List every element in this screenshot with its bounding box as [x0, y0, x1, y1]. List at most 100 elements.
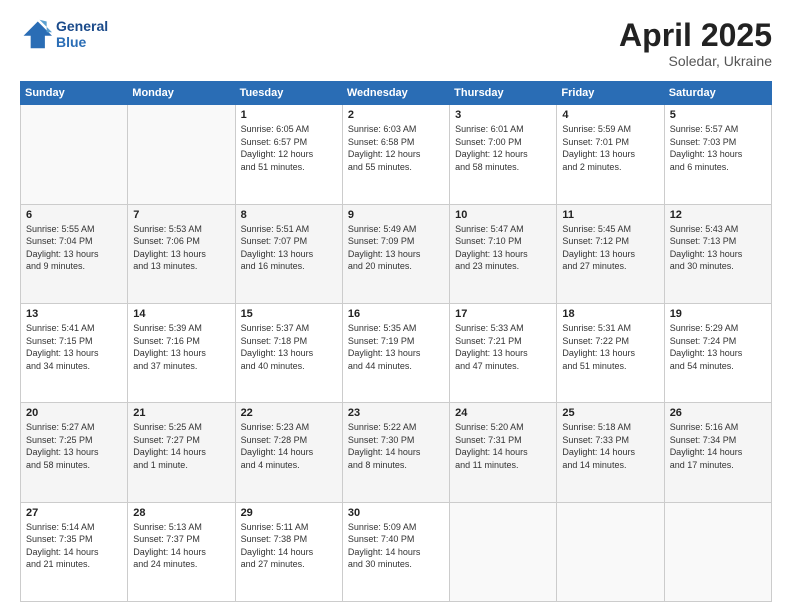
day-number: 24 [455, 407, 551, 419]
day-cell: 22 Sunrise: 5:23 AM Sunset: 7:28 PM Dayli… [235, 403, 342, 502]
day-cell: 28 Sunrise: 5:13 AM Sunset: 7:37 PM Dayli… [128, 502, 235, 601]
day-cell [21, 105, 128, 204]
calendar-table: Sunday Monday Tuesday Wednesday Thursday… [20, 81, 772, 602]
day-info: Sunrise: 5:16 AM Sunset: 7:34 PM Dayligh… [670, 421, 766, 471]
day-info: Sunrise: 5:55 AM Sunset: 7:04 PM Dayligh… [26, 223, 122, 273]
day-cell: 25Sunrise: 5:18 AM Sunset: 7:33 PM Dayli… [557, 403, 664, 502]
day-cell: 1 Sunrise: 6:05 AM Sunset: 6:57 PM Daylig… [235, 105, 342, 204]
day-info: Sunrise: 5:09 AM Sunset: 7:40 PM Dayligh… [348, 521, 444, 571]
header: General Blue April 2025 Soledar, Ukraine [20, 18, 772, 69]
col-sunday: Sunday [21, 82, 128, 105]
day-cell [128, 105, 235, 204]
day-cell: 20 Sunrise: 5:27 AM Sunset: 7:25 PM Dayli… [21, 403, 128, 502]
day-cell [557, 502, 664, 601]
day-info: Sunrise: 5:33 AM Sunset: 7:21 PM Dayligh… [455, 322, 551, 372]
week-row-3: 20 Sunrise: 5:27 AM Sunset: 7:25 PM Dayli… [21, 403, 772, 502]
day-info: Sunrise: 5:37 AM Sunset: 7:18 PM Dayligh… [241, 322, 337, 372]
day-number: 15 [241, 308, 337, 320]
day-cell: 3 Sunrise: 6:01 AM Sunset: 7:00 PM Daylig… [450, 105, 557, 204]
col-saturday: Saturday [664, 82, 771, 105]
logo-icon [20, 18, 52, 50]
day-info: Sunrise: 6:03 AM Sunset: 6:58 PM Dayligh… [348, 123, 444, 173]
col-monday: Monday [128, 82, 235, 105]
day-info: Sunrise: 5:29 AM Sunset: 7:24 PM Dayligh… [670, 322, 766, 372]
day-number: 3 [455, 109, 551, 121]
day-info: Sunrise: 5:13 AM Sunset: 7:37 PM Dayligh… [133, 521, 229, 571]
day-number: 4 [562, 109, 658, 121]
day-number: 6 [26, 209, 122, 221]
day-number: 30 [348, 507, 444, 519]
day-number: 9 [348, 209, 444, 221]
week-row-4: 27 Sunrise: 5:14 AM Sunset: 7:35 PM Dayli… [21, 502, 772, 601]
day-cell: 16 Sunrise: 5:35 AM Sunset: 7:19 PM Dayli… [342, 303, 449, 402]
day-cell: 26 Sunrise: 5:16 AM Sunset: 7:34 PM Dayli… [664, 403, 771, 502]
day-cell: 8 Sunrise: 5:51 AM Sunset: 7:07 PM Daylig… [235, 204, 342, 303]
day-info: Sunrise: 5:23 AM Sunset: 7:28 PM Dayligh… [241, 421, 337, 471]
day-cell: 21Sunrise: 5:25 AM Sunset: 7:27 PM Dayli… [128, 403, 235, 502]
day-number: 1 [241, 109, 337, 121]
day-info: Sunrise: 5:18 AM Sunset: 7:33 PM Dayligh… [562, 421, 658, 471]
day-info: Sunrise: 5:35 AM Sunset: 7:19 PM Dayligh… [348, 322, 444, 372]
day-number: 7 [133, 209, 229, 221]
day-cell: 15 Sunrise: 5:37 AM Sunset: 7:18 PM Dayli… [235, 303, 342, 402]
day-cell: 9Sunrise: 5:49 AM Sunset: 7:09 PM Daylig… [342, 204, 449, 303]
day-info: Sunrise: 5:53 AM Sunset: 7:06 PM Dayligh… [133, 223, 229, 273]
day-number: 20 [26, 407, 122, 419]
day-number: 21 [133, 407, 229, 419]
day-info: Sunrise: 5:27 AM Sunset: 7:25 PM Dayligh… [26, 421, 122, 471]
day-number: 2 [348, 109, 444, 121]
day-cell: 6 Sunrise: 5:55 AM Sunset: 7:04 PM Daylig… [21, 204, 128, 303]
day-number: 5 [670, 109, 766, 121]
day-cell: 11 Sunrise: 5:45 AM Sunset: 7:12 PM Dayli… [557, 204, 664, 303]
logo-text: General Blue [56, 18, 108, 50]
col-tuesday: Tuesday [235, 82, 342, 105]
day-number: 8 [241, 209, 337, 221]
day-info: Sunrise: 5:43 AM Sunset: 7:13 PM Dayligh… [670, 223, 766, 273]
day-number: 13 [26, 308, 122, 320]
day-number: 14 [133, 308, 229, 320]
day-cell: 14 Sunrise: 5:39 AM Sunset: 7:16 PM Dayli… [128, 303, 235, 402]
day-number: 16 [348, 308, 444, 320]
day-number: 17 [455, 308, 551, 320]
day-number: 29 [241, 507, 337, 519]
day-cell: 27 Sunrise: 5:14 AM Sunset: 7:35 PM Dayli… [21, 502, 128, 601]
day-cell [450, 502, 557, 601]
day-cell: 17 Sunrise: 5:33 AM Sunset: 7:21 PM Dayli… [450, 303, 557, 402]
day-number: 19 [670, 308, 766, 320]
day-cell: 18Sunrise: 5:31 AM Sunset: 7:22 PM Dayli… [557, 303, 664, 402]
day-cell: 19 Sunrise: 5:29 AM Sunset: 7:24 PM Dayli… [664, 303, 771, 402]
day-cell: 2 Sunrise: 6:03 AM Sunset: 6:58 PM Daylig… [342, 105, 449, 204]
day-number: 27 [26, 507, 122, 519]
day-info: Sunrise: 5:22 AM Sunset: 7:30 PM Dayligh… [348, 421, 444, 471]
day-info: Sunrise: 5:20 AM Sunset: 7:31 PM Dayligh… [455, 421, 551, 471]
week-row-2: 13 Sunrise: 5:41 AM Sunset: 7:15 PM Dayli… [21, 303, 772, 402]
day-info: Sunrise: 6:05 AM Sunset: 6:57 PM Dayligh… [241, 123, 337, 173]
day-cell: 23 Sunrise: 5:22 AM Sunset: 7:30 PM Dayli… [342, 403, 449, 502]
day-number: 23 [348, 407, 444, 419]
day-info: Sunrise: 6:01 AM Sunset: 7:00 PM Dayligh… [455, 123, 551, 173]
calendar-subtitle: Soledar, Ukraine [619, 53, 772, 69]
day-cell: 4Sunrise: 5:59 AM Sunset: 7:01 PM Daylig… [557, 105, 664, 204]
day-cell: 10 Sunrise: 5:47 AM Sunset: 7:10 PM Dayli… [450, 204, 557, 303]
day-info: Sunrise: 5:45 AM Sunset: 7:12 PM Dayligh… [562, 223, 658, 273]
day-number: 26 [670, 407, 766, 419]
day-number: 28 [133, 507, 229, 519]
day-info: Sunrise: 5:39 AM Sunset: 7:16 PM Dayligh… [133, 322, 229, 372]
day-number: 22 [241, 407, 337, 419]
week-row-1: 6 Sunrise: 5:55 AM Sunset: 7:04 PM Daylig… [21, 204, 772, 303]
calendar-title: April 2025 [619, 18, 772, 53]
day-number: 12 [670, 209, 766, 221]
day-info: Sunrise: 5:14 AM Sunset: 7:35 PM Dayligh… [26, 521, 122, 571]
col-thursday: Thursday [450, 82, 557, 105]
day-number: 11 [562, 209, 658, 221]
day-cell: 29Sunrise: 5:11 AM Sunset: 7:38 PM Dayli… [235, 502, 342, 601]
day-info: Sunrise: 5:51 AM Sunset: 7:07 PM Dayligh… [241, 223, 337, 273]
day-cell: 7 Sunrise: 5:53 AM Sunset: 7:06 PM Daylig… [128, 204, 235, 303]
day-cell: 12 Sunrise: 5:43 AM Sunset: 7:13 PM Dayli… [664, 204, 771, 303]
week-row-0: 1 Sunrise: 6:05 AM Sunset: 6:57 PM Daylig… [21, 105, 772, 204]
title-block: April 2025 Soledar, Ukraine [619, 18, 772, 69]
day-info: Sunrise: 5:41 AM Sunset: 7:15 PM Dayligh… [26, 322, 122, 372]
day-number: 10 [455, 209, 551, 221]
day-cell: 30 Sunrise: 5:09 AM Sunset: 7:40 PM Dayli… [342, 502, 449, 601]
day-info: Sunrise: 5:47 AM Sunset: 7:10 PM Dayligh… [455, 223, 551, 273]
